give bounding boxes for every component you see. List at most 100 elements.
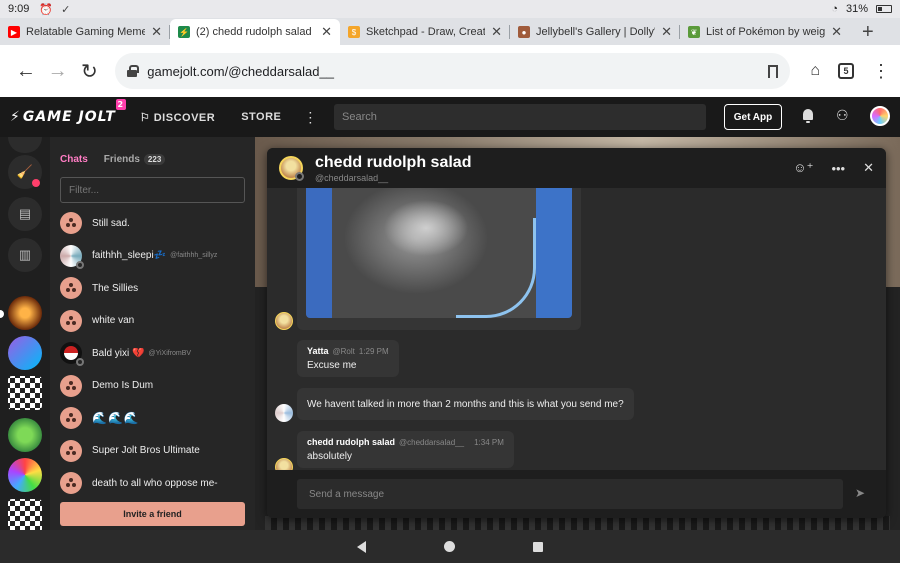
chat-list-item[interactable]: Still sad. [50,207,255,240]
message-text: We havent talked in more than 2 months a… [307,398,624,410]
forward-arrow-icon[interactable]: → [42,55,74,87]
close-tab-icon[interactable]: ✕ [151,24,162,40]
battery-percent: 31% [845,3,868,15]
clock: 9:09 [8,3,30,15]
message-input[interactable]: Send a message [297,479,843,509]
compass-icon: ⚐ [139,111,154,124]
message-avatar[interactable] [275,404,293,422]
chat-window: chedd rudolph salad @cheddarsalad__ ☺⁺ •… [267,148,886,518]
message-text: absolutely [307,451,353,462]
browser-tab[interactable]: ▶ Relatable Gaming Memes - ✕ [0,19,170,45]
browser-tab-strip: ▶ Relatable Gaming Memes - ✕ ⚡ (2) chedd… [0,18,900,45]
address-bar[interactable]: gamejolt.com/@cheddarsalad__ [115,53,791,89]
tab-switcher-button[interactable]: 5 [838,63,854,79]
reload-icon[interactable]: ↻ [74,55,106,87]
friends-icon[interactable]: ⚇ [836,107,849,124]
message-author[interactable]: chedd rudolph salad [307,437,395,447]
more-menu-icon[interactable]: ⋮ [303,109,317,126]
close-tab-icon[interactable]: ✕ [831,24,842,40]
community-avatar[interactable] [8,499,42,533]
browser-toolbar: ← → ↻ gamejolt.com/@cheddarsalad__ ⌂ 5 ⋮ [0,45,900,97]
message-avatar[interactable] [275,312,293,330]
chat-username: @cheddarsalad__ [315,172,389,183]
close-icon[interactable]: ✕ [863,160,874,176]
tab-chats[interactable]: Chats [60,154,88,165]
active-indicator [0,310,4,318]
message-avatar[interactable] [275,458,293,470]
group-avatar-icon [60,309,82,332]
bolt-icon: ⚡ [10,109,21,125]
library-icon[interactable]: ▥ [8,238,42,272]
user-avatar [60,244,84,269]
browser-tab[interactable]: ● Jellybell's Gallery | Dolly's Fa ✕ [510,19,680,45]
chat-list-item[interactable]: Bald yixi 💔 @YiXifromBV [50,337,255,370]
bell-icon[interactable] [802,109,814,123]
browser-tab[interactable]: $ Sketchpad - Draw, Create, Sh ✕ [340,19,510,45]
recents-icon[interactable] [533,541,543,552]
message-time: 1:34 PM [474,438,504,447]
sketchpad-favicon-icon: $ [348,26,360,38]
send-icon[interactable]: ➤ [855,486,871,500]
broom-icon[interactable]: 🧹 [8,155,42,189]
home-circle-icon[interactable] [444,541,455,552]
image-message[interactable] [297,188,581,330]
community-avatar[interactable] [8,418,42,452]
message-bubble: We havent talked in more than 2 months a… [297,388,634,420]
group-avatar-icon [60,277,82,300]
community-rail: 🧹 ▤ ▥ [0,137,50,533]
chat-sidebar: Chats Friends 223 Filter... Still sad. f… [50,137,255,530]
status-dot [76,260,84,269]
gallery-favicon-icon: ● [518,26,530,38]
rail-top-icon[interactable] [8,137,42,153]
message-bubble: chedd rudolph salad @cheddarsalad__ 1:34… [297,431,514,468]
search-input[interactable]: Search [334,104,706,130]
browser-menu-icon[interactable]: ⋮ [872,61,890,82]
store-link[interactable]: STORE [241,111,281,123]
youtube-favicon-icon: ▶ [8,26,20,38]
community-avatar[interactable] [8,336,42,370]
chat-list-item[interactable]: Demo Is Dum [50,370,255,403]
back-arrow-icon[interactable]: ← [10,55,42,87]
browser-tab-active[interactable]: ⚡ (2) chedd rudolph salad (@c ✕ [170,19,340,45]
url-text: gamejolt.com/@cheddarsalad__ [147,63,334,79]
invite-friend-button[interactable]: Invite a friend [60,502,245,526]
chat-list-item[interactable]: death to all who oppose me- [50,467,255,500]
discover-link[interactable]: ⚐ DISCOVER [140,111,215,124]
chat-list-item[interactable]: white van [50,305,255,338]
chat-user-avatar[interactable] [279,156,304,181]
message-image[interactable] [306,188,572,318]
group-avatar-icon [60,374,82,397]
chat-list-item[interactable]: Super Jolt Bros Ultimate [50,435,255,468]
chat-icon[interactable]: ▤ [8,197,42,231]
community-avatar[interactable] [8,296,42,330]
close-tab-icon[interactable]: ✕ [661,24,672,40]
more-options-icon[interactable]: ••• [831,161,845,176]
new-tab-button[interactable]: + [856,19,880,45]
group-avatar-icon [60,439,82,462]
message-author[interactable]: Yatta [307,346,329,356]
back-icon[interactable] [357,540,366,553]
chat-list-item[interactable]: The Sillies [50,272,255,305]
status-dot [76,358,84,367]
community-avatar[interactable] [8,458,42,492]
close-tab-icon[interactable]: ✕ [491,24,502,40]
bookmark-icon[interactable] [768,64,779,78]
chat-list-item[interactable]: faithhh_sleepi💤 @faithhh_sillyz [50,240,255,273]
tab-friends[interactable]: Friends [104,154,140,165]
add-member-icon[interactable]: ☺⁺ [793,160,813,176]
gamejolt-logo[interactable]: ⚡ GAME JOLT 2 [10,99,126,125]
alarm-icon: ⏰ [39,3,54,16]
message-bubble: Yatta @Rolt 1:29 PM Excuse me [297,340,399,377]
browser-tab[interactable]: ❦ List of Pokémon by weight ✕ [680,19,850,45]
home-icon[interactable]: ⌂ [810,62,820,80]
battery-icon [876,5,892,13]
filter-input[interactable]: Filter... [60,177,245,203]
get-app-button[interactable]: Get App [724,104,782,130]
close-tab-icon[interactable]: ✕ [321,24,332,40]
user-avatar[interactable] [870,106,890,126]
android-nav-bar [0,530,900,563]
community-avatar[interactable] [8,376,42,410]
chat-title[interactable]: chedd rudolph salad [315,154,471,172]
group-avatar-icon [60,472,82,495]
chat-list-item[interactable]: 🌊🌊🌊 [50,402,255,435]
